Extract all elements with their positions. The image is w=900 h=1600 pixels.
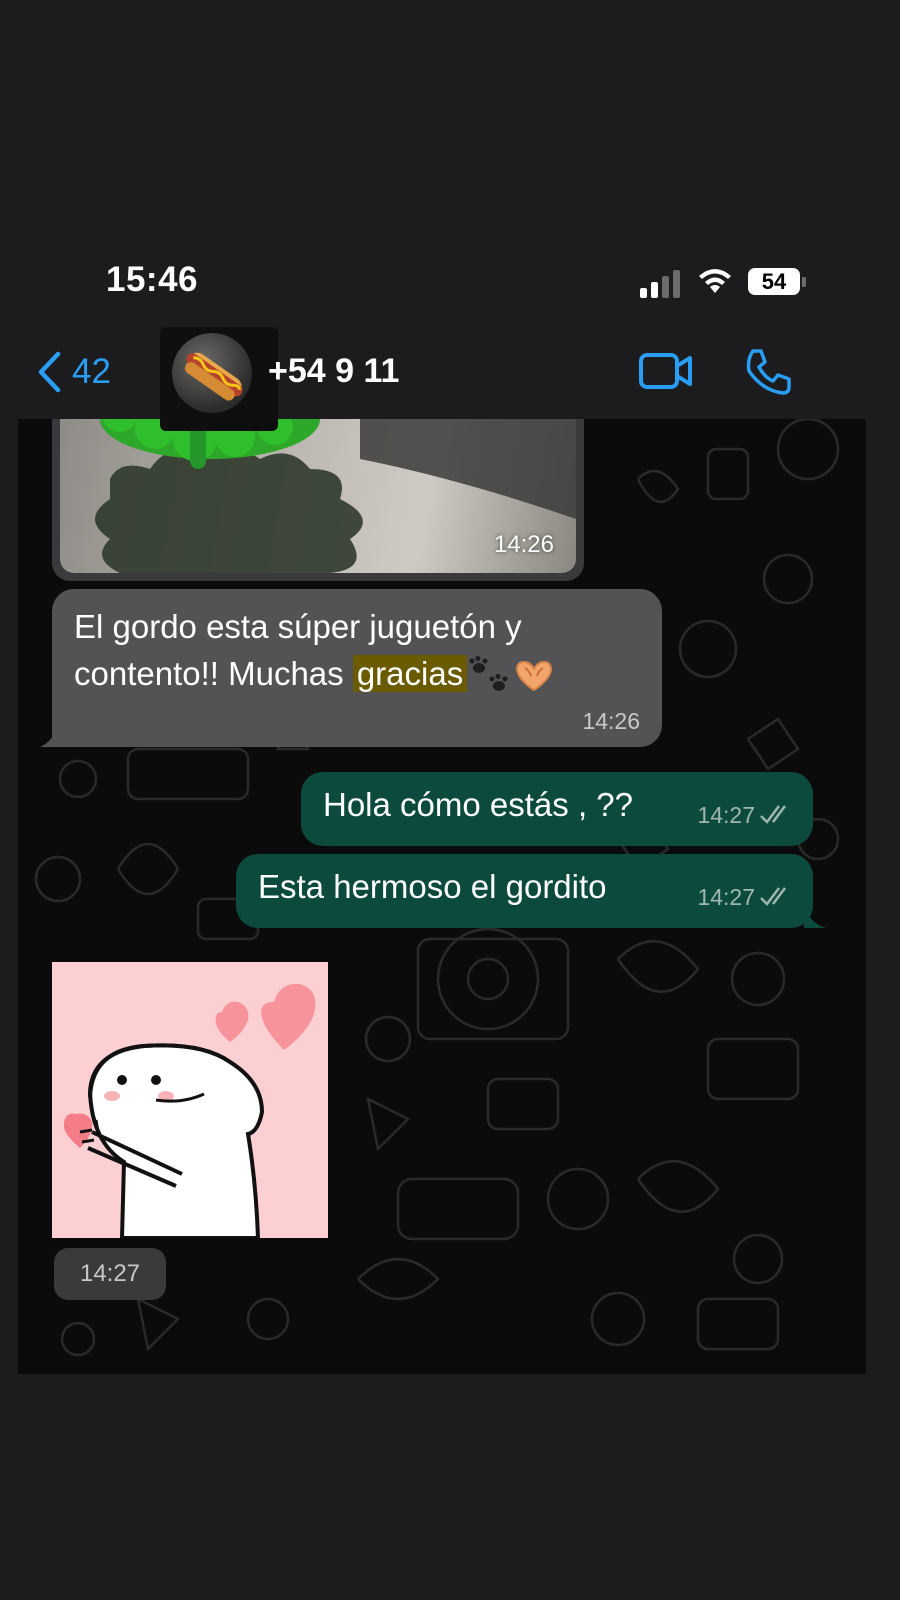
chevron-left-icon (38, 351, 61, 393)
bubble-tail (804, 900, 826, 928)
avatar[interactable] (160, 327, 278, 431)
video-call-icon[interactable] (638, 349, 694, 393)
double-check-icon (760, 887, 786, 906)
outgoing-message[interactable]: Hola cómo estás , ?? 14:27 (301, 772, 813, 846)
message-time: 14:26 (493, 531, 554, 558)
signal-icon (640, 270, 680, 298)
incoming-message[interactable]: El gordo esta súper juguetón y contento!… (52, 589, 662, 747)
paw-prints-icon (469, 656, 508, 692)
phone-screen: 15:46 54 42 +54 9 11 14:26 El gordo esta… (18, 232, 866, 1374)
heart-hands-icon (516, 661, 553, 692)
avatar-image (172, 333, 252, 413)
flork-sticker-image (64, 983, 316, 1240)
image-message[interactable]: 14:26 (52, 419, 584, 581)
message-time: 14:26 (582, 708, 640, 734)
battery-tip (802, 277, 806, 287)
phone-icon[interactable] (743, 347, 793, 397)
message-time: 14:27 (54, 1248, 166, 1300)
hotdog-icon (184, 352, 243, 401)
message-text: Esta hermoso el gordito (258, 868, 607, 905)
wifi-icon (699, 269, 731, 293)
chat-area[interactable]: 14:26 El gordo esta súper juguetón y con… (18, 419, 866, 1374)
back-button[interactable]: 42 (36, 347, 111, 397)
message-time: 14:27 (697, 802, 755, 828)
unread-count: 42 (72, 352, 111, 391)
double-check-icon (760, 805, 786, 824)
status-time: 15:46 (106, 260, 199, 299)
status-bar: 15:46 54 (18, 232, 866, 327)
message-text: Hola cómo estás , ?? (323, 786, 633, 823)
chat-header: 42 +54 9 11 (18, 327, 866, 431)
contact-name[interactable]: +54 9 11 (268, 352, 399, 391)
message-time: 14:27 (697, 884, 755, 910)
battery-icon: 54 (748, 268, 800, 295)
outgoing-message[interactable]: Esta hermoso el gordito 14:27 (236, 854, 813, 928)
sticker-message[interactable] (52, 962, 328, 1240)
highlighted-word: gracias (352, 655, 468, 692)
message-photo[interactable]: 14:26 (60, 419, 576, 573)
message-text: El gordo esta súper juguetón y contento!… (74, 603, 634, 697)
